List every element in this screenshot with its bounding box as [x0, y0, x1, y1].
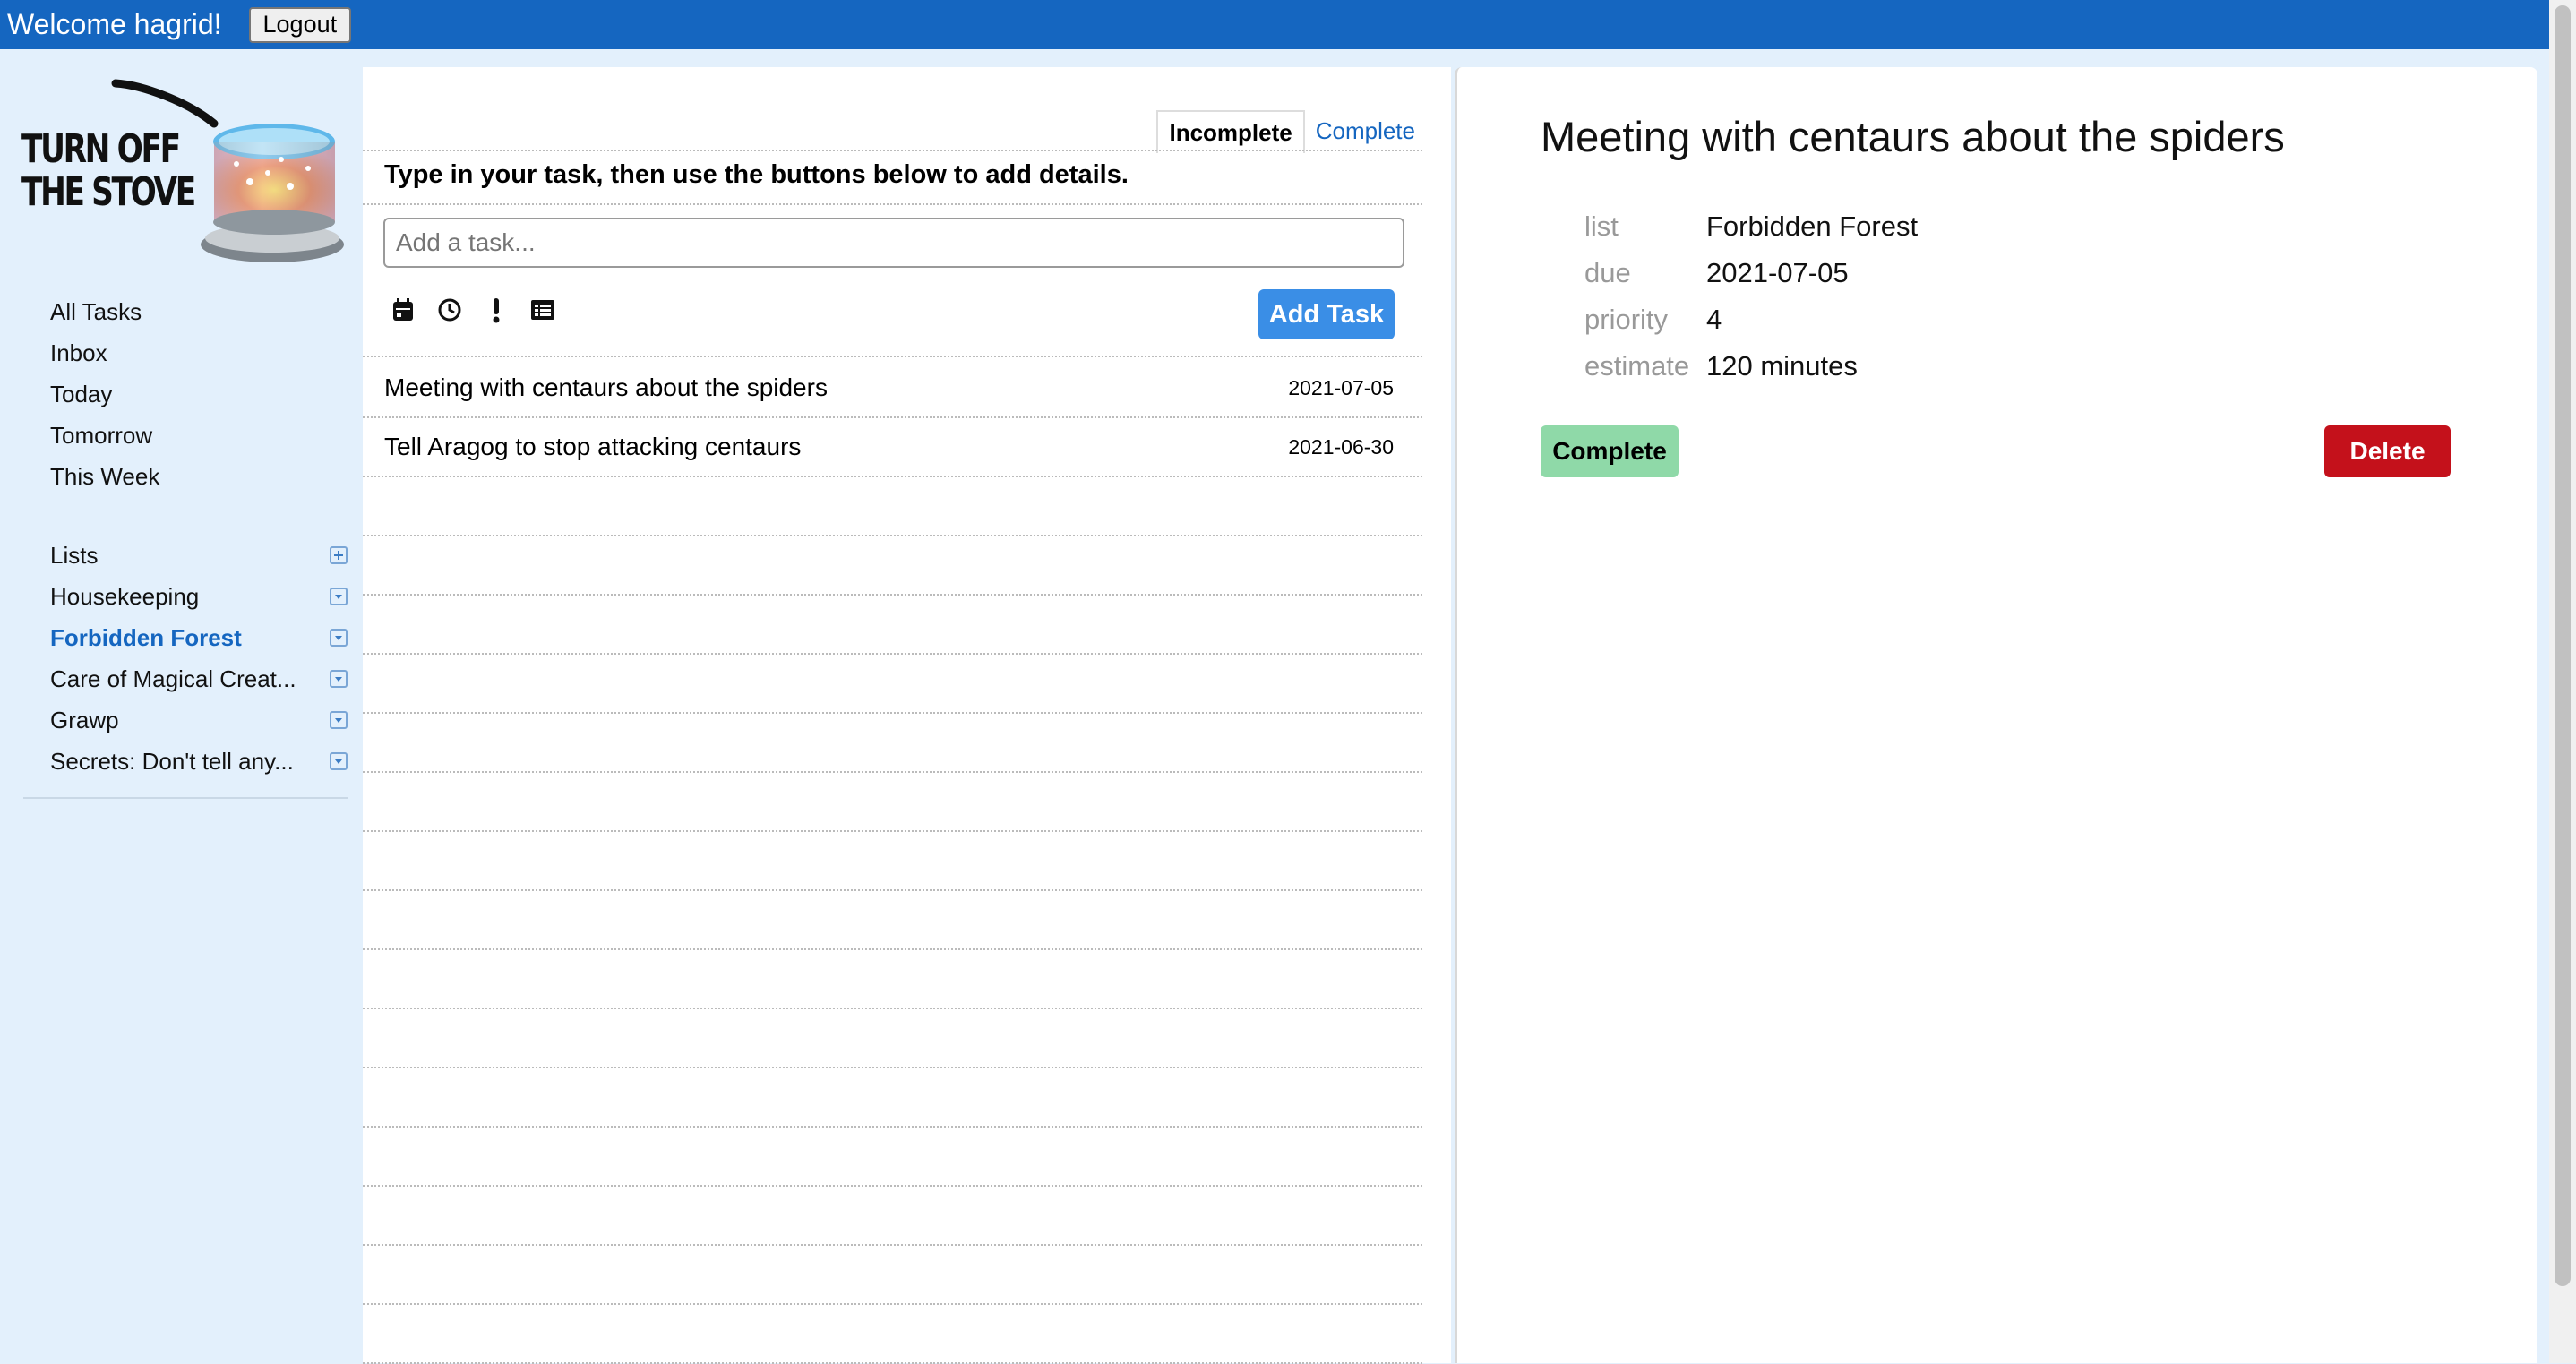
task-detail-title: Meeting with centaurs about the spiders: [1541, 113, 2285, 160]
task-detail-fields: list Forbidden Forest due 2021-07-05 pri…: [1584, 203, 1918, 390]
detail-label: due: [1584, 257, 1631, 288]
priority-icon[interactable]: [483, 296, 510, 323]
nav-item-all-tasks[interactable]: All Tasks: [50, 291, 159, 332]
detail-value-estimate[interactable]: 120 minutes: [1706, 343, 1858, 390]
task-due-date: 2021-07-05: [1288, 375, 1394, 399]
empty-row-divider: [363, 712, 1422, 714]
tasks-panel: Incomplete Complete Type in your task, t…: [363, 67, 1451, 1364]
detail-label: estimate: [1584, 350, 1690, 382]
empty-row-divider: [363, 948, 1422, 950]
top-bar: Welcome hagrid! Logout: [0, 0, 2576, 49]
divider: [363, 203, 1422, 205]
empty-row-divider: [363, 889, 1422, 891]
empty-row-divider: [363, 771, 1422, 773]
app-logo[interactable]: TURN OFF THE STOVE: [21, 74, 344, 267]
nav-item-today[interactable]: Today: [50, 373, 159, 415]
empty-row-divider: [363, 535, 1422, 536]
list-item-label: Housekeeping: [50, 583, 200, 610]
tab-incomplete[interactable]: Incomplete: [1156, 110, 1305, 153]
empty-row-divider: [363, 1303, 1422, 1305]
list-item-forbidden-forest[interactable]: Forbidden Forest: [50, 617, 348, 658]
empty-row-divider: [363, 830, 1422, 832]
task-title: Tell Aragog to stop attacking centaurs: [384, 433, 802, 460]
scrollbar-thumb[interactable]: [2555, 5, 2571, 1286]
empty-row-divider: [363, 1244, 1422, 1246]
detail-label: priority: [1584, 304, 1669, 335]
task-row[interactable]: Meeting with centaurs about the spiders …: [363, 359, 1422, 416]
list-item-label: Care of Magical Creat...: [50, 665, 296, 692]
list-item-label: Secrets: Don't tell any...: [50, 748, 294, 775]
divider: [363, 476, 1422, 477]
detail-row-due: due 2021-07-05: [1584, 250, 1918, 296]
list-item-secrets[interactable]: Secrets: Don't tell any...: [50, 741, 348, 782]
empty-row-divider: [363, 1008, 1422, 1009]
empty-row-divider: [363, 1126, 1422, 1128]
detail-row-priority: priority 4: [1584, 296, 1918, 343]
task-status-tabs: Incomplete Complete: [1156, 110, 1426, 153]
nav-item-inbox[interactable]: Inbox: [50, 332, 159, 373]
nav-item-this-week[interactable]: This Week: [50, 456, 159, 497]
clock-icon[interactable]: [436, 296, 463, 323]
nav-menu: All Tasks Inbox Today Tomorrow This Week: [50, 291, 159, 497]
lists-section: Lists Housekeeping Forbidden Forest Care…: [50, 535, 348, 782]
list-item-label: Grawp: [50, 707, 119, 733]
sidebar-divider: [23, 797, 348, 799]
list-menu-dropdown-icon[interactable]: [330, 752, 348, 770]
empty-row-divider: [363, 1067, 1422, 1068]
detail-row-estimate: estimate 120 minutes: [1584, 343, 1918, 390]
detail-value-list[interactable]: Forbidden Forest: [1706, 203, 1918, 250]
calendar-icon[interactable]: [390, 296, 416, 323]
task-instructions: Type in your task, then use the buttons …: [384, 160, 1129, 189]
sidebar: TURN OFF THE STOVE All Tasks Inbox Today…: [0, 49, 363, 1363]
add-task-input[interactable]: [383, 218, 1404, 268]
complete-task-button[interactable]: Complete: [1541, 425, 1679, 477]
stove-pot-icon: [111, 79, 344, 262]
empty-row-divider: [363, 594, 1422, 596]
add-task-button[interactable]: Add Task: [1258, 289, 1395, 339]
lists-header: Lists: [50, 535, 348, 576]
divider: [363, 150, 1422, 151]
task-title: Meeting with centaurs about the spiders: [384, 373, 828, 401]
detail-value-due[interactable]: 2021-07-05: [1706, 250, 1849, 296]
nav-item-tomorrow[interactable]: Tomorrow: [50, 415, 159, 456]
welcome-text: Welcome hagrid!: [7, 8, 222, 40]
list-menu-dropdown-icon[interactable]: [330, 711, 348, 729]
task-detail-toolbar: [390, 296, 556, 323]
list-icon[interactable]: [529, 296, 556, 323]
detail-label: list: [1584, 210, 1619, 242]
list-item-housekeeping[interactable]: Housekeeping: [50, 576, 348, 617]
list-menu-dropdown-icon[interactable]: [330, 629, 348, 647]
task-detail-panel: Meeting with centaurs about the spiders …: [1455, 67, 2537, 1363]
tab-complete[interactable]: Complete: [1305, 110, 1426, 151]
add-list-icon[interactable]: [330, 546, 348, 564]
detail-value-priority[interactable]: 4: [1706, 296, 1722, 343]
list-menu-dropdown-icon[interactable]: [330, 588, 348, 605]
lists-header-label: Lists: [50, 542, 99, 569]
empty-row-divider: [363, 653, 1422, 655]
logout-button[interactable]: Logout: [248, 6, 352, 43]
divider: [363, 356, 1422, 357]
list-item-label: Forbidden Forest: [50, 624, 242, 651]
list-item-care-of-magical-creatures[interactable]: Care of Magical Creat...: [50, 658, 348, 699]
list-menu-dropdown-icon[interactable]: [330, 670, 348, 688]
detail-row-list: list Forbidden Forest: [1584, 203, 1918, 250]
list-item-grawp[interactable]: Grawp: [50, 699, 348, 741]
task-due-date: 2021-06-30: [1288, 434, 1394, 459]
empty-row-divider: [363, 1185, 1422, 1187]
task-row[interactable]: Tell Aragog to stop attacking centaurs 2…: [363, 418, 1422, 476]
delete-task-button[interactable]: Delete: [2324, 425, 2451, 477]
